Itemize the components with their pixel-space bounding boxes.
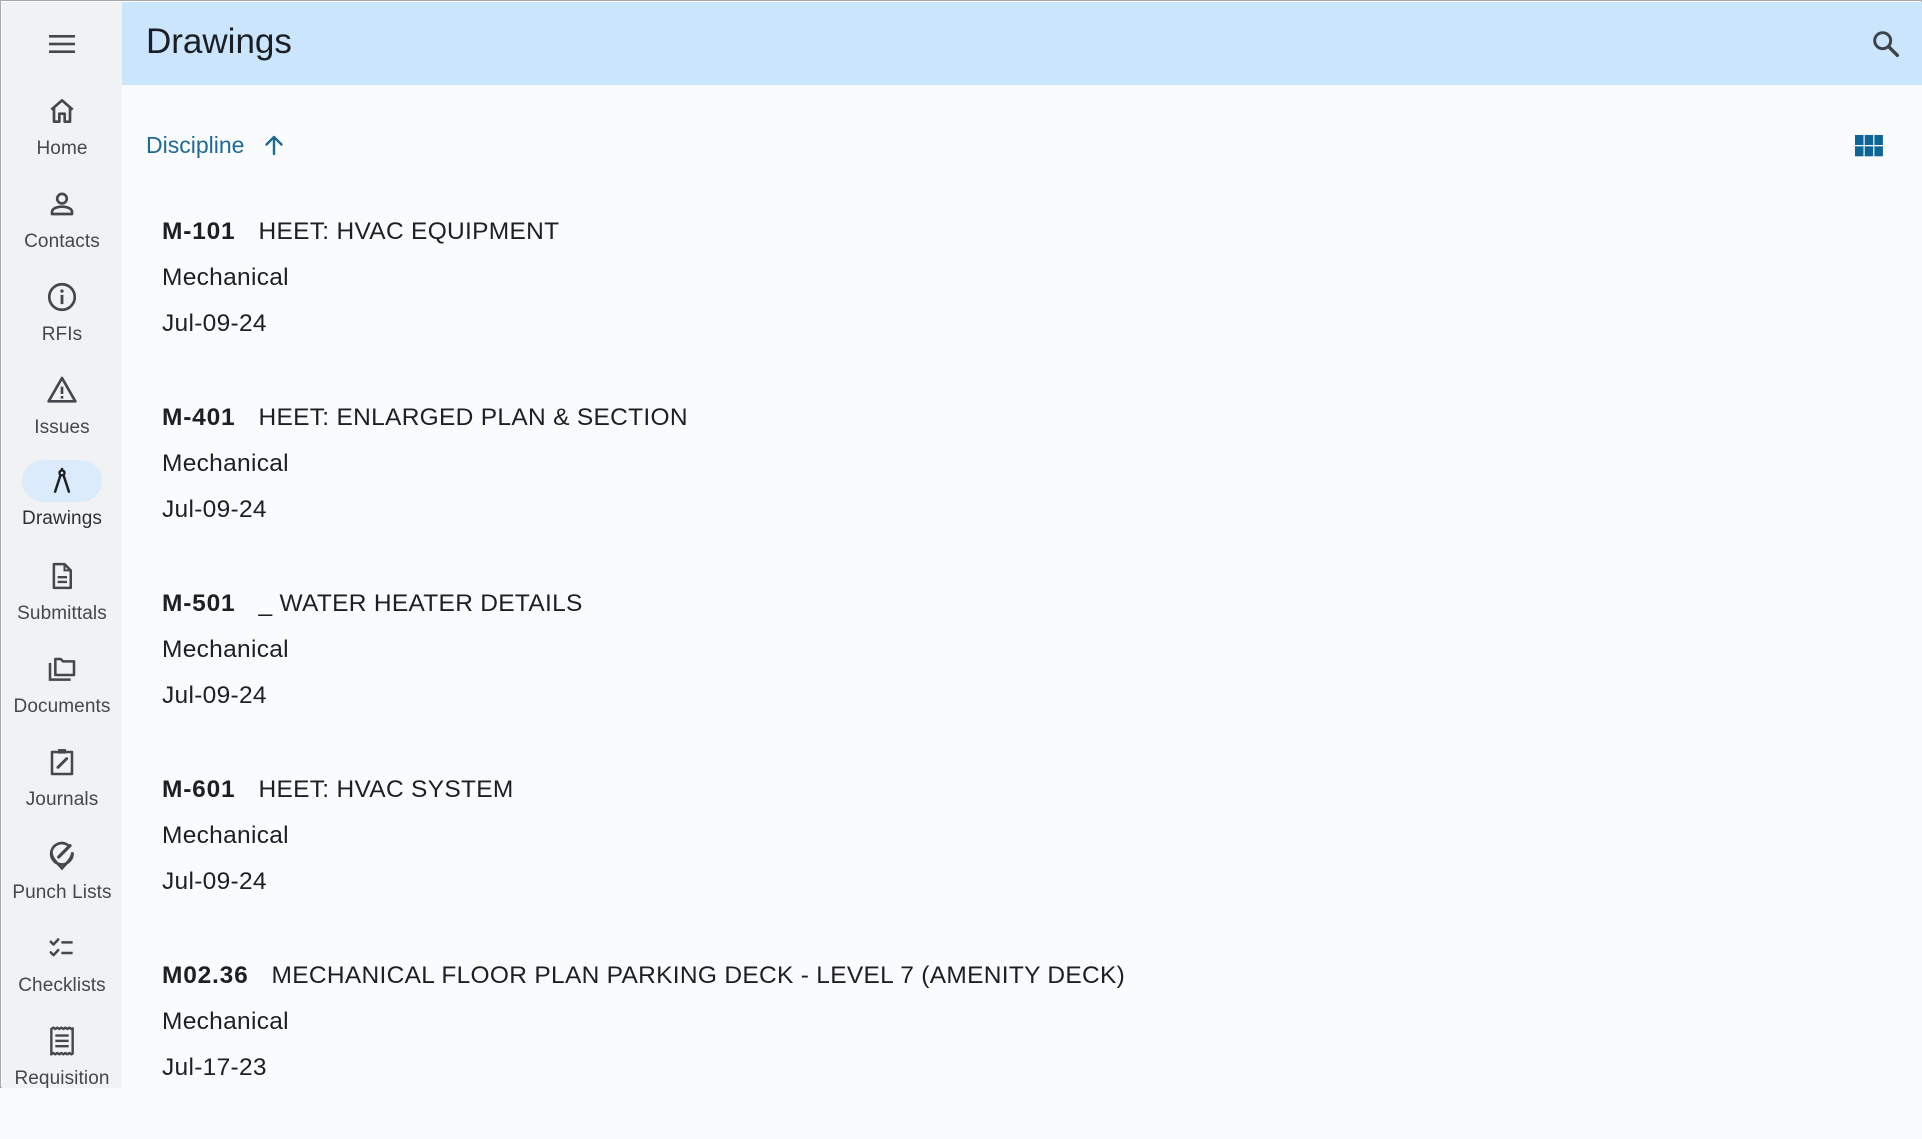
clipboard-edit-icon bbox=[46, 745, 78, 779]
sidebar-item-label: Contacts bbox=[24, 231, 100, 252]
info-circle-icon bbox=[45, 280, 79, 314]
view-toggle-button[interactable] bbox=[1852, 129, 1886, 163]
drawing-discipline: Mechanical bbox=[162, 636, 289, 663]
drawing-title: HEET: ENLARGED PLAN & SECTION bbox=[258, 404, 688, 431]
drawing-discipline: Mechanical bbox=[162, 264, 289, 291]
sidebar-item-drawings[interactable]: Drawings bbox=[2, 460, 122, 550]
search-button[interactable] bbox=[1864, 22, 1908, 66]
drawing-date: Jul-09-24 bbox=[162, 868, 267, 895]
arrow-up-icon bbox=[262, 133, 286, 157]
sidebar-item-label: Documents bbox=[13, 696, 111, 717]
drawing-number: M-401 bbox=[162, 404, 236, 431]
sidebar-item-punch-lists[interactable]: Punch Lists bbox=[2, 834, 122, 924]
sidebar-item-requisition[interactable]: Requisition bbox=[2, 1020, 122, 1088]
sidebar-item-contacts[interactable]: Contacts bbox=[2, 183, 122, 273]
sidebar-item-label: Drawings bbox=[22, 508, 102, 529]
drawing-list-item[interactable]: M-601 HEET: HVAC SYSTEM Mechanical Jul-09… bbox=[162, 767, 1882, 953]
page-title: Drawings bbox=[146, 22, 292, 61]
drawing-discipline: Mechanical bbox=[162, 822, 289, 849]
drawing-discipline: Mechanical bbox=[162, 450, 289, 477]
menu-button[interactable] bbox=[38, 26, 86, 62]
search-icon bbox=[1870, 28, 1902, 60]
sidebar-item-label: Journals bbox=[25, 789, 99, 810]
sidebar-item-label: Home bbox=[36, 138, 88, 159]
sort-by-discipline-button[interactable]: Discipline bbox=[146, 129, 286, 161]
grid-view-icon bbox=[1854, 134, 1884, 158]
drawing-date: Jul-09-24 bbox=[162, 496, 267, 523]
sidebar-item-label: Issues bbox=[34, 417, 90, 438]
drawings-list: M-101 HEET: HVAC EQUIPMENT Mechanical Jul… bbox=[162, 209, 1882, 1139]
sidebar-item-checklists[interactable]: Checklists bbox=[2, 927, 122, 1017]
drawing-date: Jul-09-24 bbox=[162, 310, 267, 337]
drawing-list-item[interactable]: M-101 HEET: HVAC EQUIPMENT Mechanical Jul… bbox=[162, 209, 1882, 395]
sidebar-item-issues[interactable]: Issues bbox=[2, 369, 122, 459]
drawing-title: HEET: HVAC SYSTEM bbox=[258, 776, 514, 803]
drawing-title: HEET: HVAC EQUIPMENT bbox=[258, 218, 560, 245]
drawing-number: M02.36 bbox=[162, 962, 249, 989]
drawing-date: Jul-09-24 bbox=[162, 682, 267, 709]
sidebar-item-documents[interactable]: Documents bbox=[2, 648, 122, 738]
drawing-discipline: Mechanical bbox=[162, 1008, 289, 1035]
checklist-icon bbox=[45, 933, 79, 963]
receipt-icon bbox=[46, 1024, 78, 1058]
sidebar-item-label: Checklists bbox=[18, 975, 106, 996]
drawing-list-item[interactable]: M-501 _ WATER HEATER DETAILS Mechanical J… bbox=[162, 581, 1882, 767]
sidebar-nav: Home Contacts RFIs Issues Drawings Submi… bbox=[2, 2, 122, 1088]
person-icon bbox=[46, 188, 78, 220]
drawing-title: _ WATER HEATER DETAILS bbox=[258, 590, 583, 617]
sidebar-item-label: Submittals bbox=[17, 603, 107, 624]
home-icon bbox=[46, 95, 78, 127]
hamburger-menu-icon bbox=[47, 33, 77, 55]
sidebar-item-submittals[interactable]: Submittals bbox=[2, 555, 122, 645]
document-icon bbox=[47, 559, 77, 593]
drawing-date: Jul-17-23 bbox=[162, 1054, 267, 1081]
drawing-number: M-601 bbox=[162, 776, 236, 803]
drawing-number: M-101 bbox=[162, 218, 236, 245]
folders-icon bbox=[44, 653, 80, 685]
pin-edit-icon bbox=[46, 838, 78, 872]
drawing-list-item[interactable]: M02.36 MECHANICAL FLOOR PLAN PARKING DECK… bbox=[162, 953, 1882, 1139]
compass-drafting-icon bbox=[47, 465, 77, 497]
sidebar-item-home[interactable]: Home bbox=[2, 90, 122, 180]
sidebar-item-label: Requisition bbox=[14, 1068, 110, 1088]
sidebar-item-label: Punch Lists bbox=[12, 882, 112, 903]
drawing-number: M-501 bbox=[162, 590, 236, 617]
sidebar-item-label: RFIs bbox=[41, 324, 83, 345]
drawing-list-item[interactable]: M-401 HEET: ENLARGED PLAN & SECTION Mecha… bbox=[162, 395, 1882, 581]
app-header: Drawings bbox=[122, 2, 1922, 85]
drawings-content: Discipline M-101 HEET: HVAC EQUIPMENT Mec… bbox=[122, 85, 1922, 1088]
app-window: Home Contacts RFIs Issues Drawings Submi… bbox=[0, 0, 1922, 1088]
sidebar-item-rfis[interactable]: RFIs bbox=[2, 276, 122, 366]
drawing-title: MECHANICAL FLOOR PLAN PARKING DECK - LEV… bbox=[271, 962, 1126, 989]
sort-label: Discipline bbox=[146, 131, 245, 158]
sidebar-item-journals[interactable]: Journals bbox=[2, 741, 122, 831]
warning-triangle-icon bbox=[45, 374, 79, 406]
